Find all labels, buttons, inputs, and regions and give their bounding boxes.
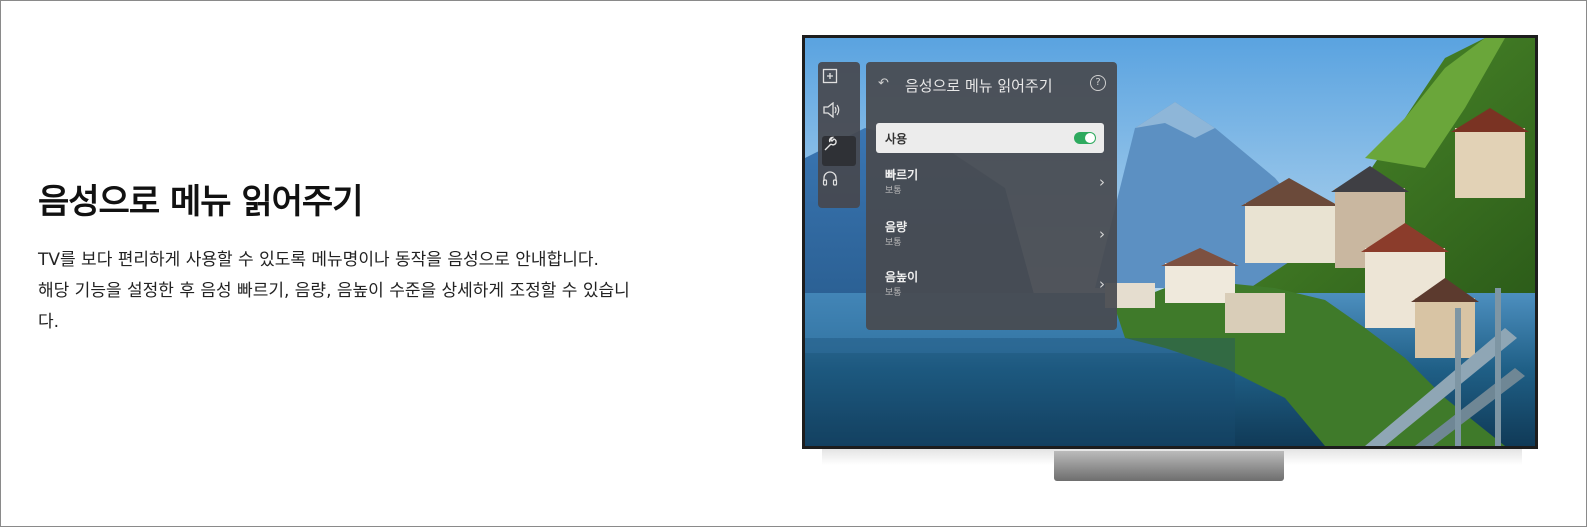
menu-item-volume[interactable]: 음량 보통 › — [885, 218, 1105, 252]
feature-text: 음성으로 메뉴 읽어주기 TV를 보다 편리하게 사용할 수 있도록 메뉴명이나… — [38, 177, 738, 338]
menu-header: ↶ 음성으로 메뉴 읽어주기 ? — [878, 74, 1106, 96]
tv-product-image: ↶ 음성으로 메뉴 읽어주기 ? 사용 빠르기 보통 › 음량 보통 › 음높이… — [802, 35, 1538, 483]
menu-item-pitch[interactable]: 음높이 보통 › — [885, 268, 1105, 302]
menu-item-value: 보통 — [885, 288, 902, 298]
chevron-right-icon: › — [1099, 225, 1105, 243]
picture-settings-icon[interactable] — [822, 68, 856, 98]
description-line: 다. — [38, 312, 60, 332]
tv-stand — [1054, 451, 1284, 481]
wrench-icon[interactable] — [822, 136, 856, 166]
menu-item-value: 보통 — [885, 186, 902, 196]
enable-toggle-switch[interactable] — [1074, 132, 1096, 144]
menu-item-label: 빠르기 — [885, 168, 919, 182]
back-arrow-icon[interactable]: ↶ — [878, 76, 889, 91]
description-line: TV를 보다 편리하게 사용할 수 있도록 메뉴명이나 동작을 음성으로 안내합… — [38, 250, 599, 270]
chevron-right-icon: › — [1099, 275, 1105, 293]
tv-screen: ↶ 음성으로 메뉴 읽어주기 ? 사용 빠르기 보통 › 음량 보통 › 음높이… — [802, 35, 1538, 449]
help-icon[interactable]: ? — [1090, 75, 1106, 91]
menu-title: 음성으로 메뉴 읽어주기 — [905, 77, 1053, 95]
speaker-icon[interactable] — [822, 102, 856, 132]
voice-menu-panel: ↶ 음성으로 메뉴 읽어주기 ? 사용 빠르기 보통 › 음량 보통 › 음높이… — [866, 62, 1117, 330]
menu-item-label: 음높이 — [885, 270, 919, 284]
menu-item-label: 음량 — [885, 220, 908, 234]
chevron-right-icon: › — [1099, 173, 1105, 191]
page-frame: 음성으로 메뉴 읽어주기 TV를 보다 편리하게 사용할 수 있도록 메뉴명이나… — [0, 0, 1587, 527]
feature-title: 음성으로 메뉴 읽어주기 — [38, 182, 363, 222]
menu-item-value: 보통 — [885, 238, 902, 248]
toggle-label: 사용 — [885, 132, 908, 146]
enable-toggle-row[interactable]: 사용 — [876, 123, 1104, 153]
feature-description: TV를 보다 편리하게 사용할 수 있도록 메뉴명이나 동작을 음성으로 안내합… — [38, 245, 738, 338]
menu-item-speed[interactable]: 빠르기 보통 › — [885, 166, 1105, 200]
headset-icon[interactable] — [822, 170, 856, 200]
toggle-knob — [1085, 133, 1095, 143]
tv-sidebar — [818, 62, 860, 208]
description-line: 해당 기능을 설정한 후 음성 빠르기, 음량, 음높이 수준을 상세하게 조정… — [38, 281, 630, 301]
